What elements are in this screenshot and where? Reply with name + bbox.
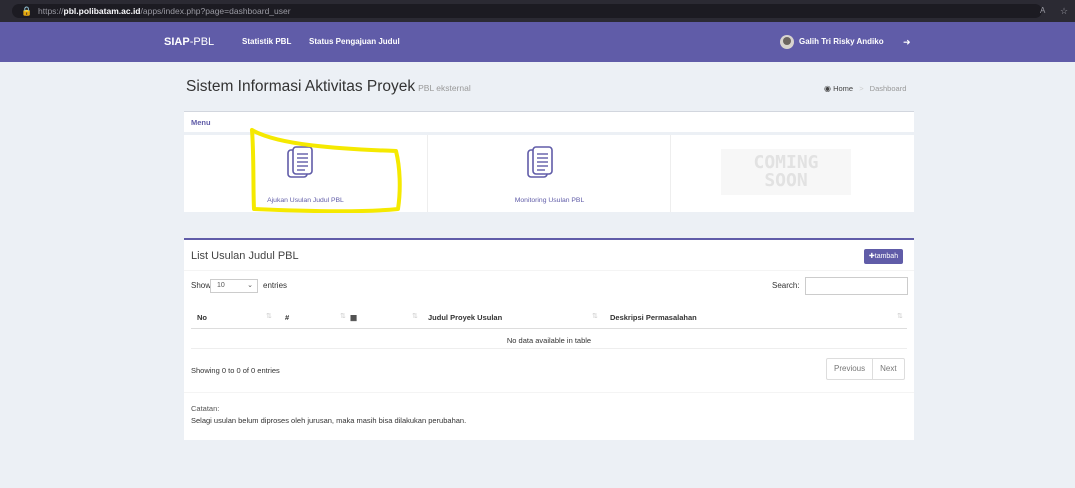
logout-icon[interactable]: ➜ bbox=[903, 22, 911, 62]
column-header-no[interactable]: No bbox=[197, 313, 207, 322]
sort-icon[interactable]: ⇅ bbox=[340, 312, 346, 320]
show-label: Show bbox=[191, 281, 212, 290]
search-label: Search: bbox=[772, 281, 800, 290]
page-title: Sistem Informasi Aktivitas Proyek PBL eks… bbox=[186, 78, 471, 95]
chevron-down-icon: ⌄ bbox=[247, 282, 253, 289]
coming-soon-image: COMING SOON bbox=[721, 149, 851, 195]
calendar-icon[interactable]: ▦ bbox=[350, 313, 357, 322]
top-navbar: SIAP-PBL Statistik PBL Status Pengajuan … bbox=[0, 22, 1075, 62]
column-header-deskripsi[interactable]: Deskripsi Permasalahan bbox=[610, 313, 697, 322]
note-text: Selagi usulan belum diproses oleh jurusa… bbox=[191, 416, 467, 425]
search-input[interactable] bbox=[805, 277, 908, 295]
dashboard-icon: ◉ bbox=[824, 84, 831, 93]
table-info: Showing 0 to 0 of 0 entries bbox=[191, 366, 280, 375]
tile-monitoring-usulan[interactable]: Monitoring Usulan PBL bbox=[427, 135, 671, 212]
entries-select[interactable]: 10 ⌄ bbox=[210, 279, 258, 293]
note-label: Catatan: bbox=[191, 404, 220, 413]
previous-button[interactable]: Previous bbox=[827, 359, 872, 379]
reader-view-icon[interactable]: A bbox=[1040, 5, 1052, 17]
column-header-judul[interactable]: Judul Proyek Usulan bbox=[428, 313, 502, 322]
breadcrumb: ◉ Home > Dashboard bbox=[824, 84, 906, 93]
list-title: List Usulan Judul PBL bbox=[191, 250, 299, 262]
empty-table-message: No data available in table bbox=[506, 336, 592, 345]
url-text[interactable]: https://pbl.polibatam.ac.id/apps/index.p… bbox=[38, 4, 291, 18]
pagination: Previous Next bbox=[826, 358, 905, 380]
tile-label: Monitoring Usulan PBL bbox=[514, 197, 585, 204]
breadcrumb-separator: > bbox=[859, 84, 864, 93]
column-header-hash[interactable]: # bbox=[285, 313, 289, 322]
browser-address-bar: 🔒 https://pbl.polibatam.ac.id/apps/index… bbox=[0, 0, 1075, 22]
nav-status-pengajuan-judul[interactable]: Status Pengajuan Judul bbox=[309, 22, 400, 62]
page-subtitle: PBL eksternal bbox=[418, 83, 471, 93]
table-header-divider bbox=[191, 328, 907, 329]
page-info-icon[interactable]: 🔒 bbox=[20, 4, 34, 18]
sort-icon[interactable]: ⇅ bbox=[897, 312, 903, 320]
highlight-annotation bbox=[250, 128, 402, 213]
menu-heading: Menu bbox=[191, 118, 211, 127]
divider bbox=[184, 270, 914, 271]
breadcrumb-home[interactable]: Home bbox=[833, 84, 853, 93]
tile-coming-soon: COMING SOON bbox=[670, 135, 915, 212]
entries-label: entries bbox=[263, 281, 288, 290]
sort-asc-icon[interactable]: ⇅ bbox=[266, 312, 272, 320]
divider bbox=[184, 392, 914, 393]
bookmark-star-icon[interactable]: ☆ bbox=[1060, 5, 1072, 17]
table-body-divider bbox=[191, 348, 907, 349]
nav-statistik-pbl[interactable]: Statistik PBL bbox=[242, 22, 291, 62]
next-button[interactable]: Next bbox=[872, 359, 903, 379]
brand-logo[interactable]: SIAP-PBL bbox=[164, 22, 214, 62]
user-name[interactable]: Galih Tri Risky Andiko bbox=[799, 22, 884, 62]
add-button[interactable]: ✚tambah bbox=[864, 249, 903, 264]
list-usulan-box: List Usulan Judul PBL ✚tambah Show 10 ⌄ e… bbox=[184, 238, 914, 440]
sort-icon[interactable]: ⇅ bbox=[412, 312, 418, 320]
document-icon bbox=[527, 146, 553, 178]
breadcrumb-current: Dashboard bbox=[869, 84, 907, 93]
user-avatar[interactable] bbox=[780, 35, 794, 49]
sort-icon[interactable]: ⇅ bbox=[592, 312, 598, 320]
